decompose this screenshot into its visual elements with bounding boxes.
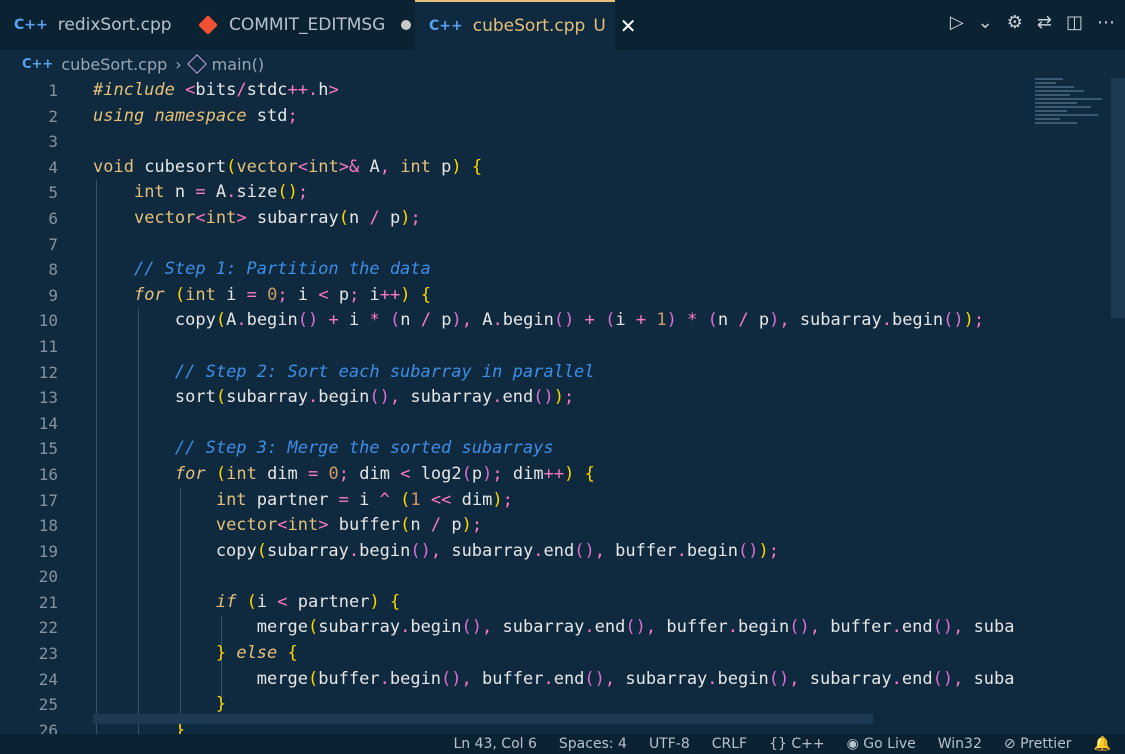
line-number: 5 <box>48 183 58 203</box>
line-number: 18 <box>38 516 58 536</box>
go-live-button[interactable]: ◉ Go Live <box>847 736 916 752</box>
cpp-icon: C++ <box>14 17 48 33</box>
line-number: 23 <box>38 644 58 664</box>
line-number: 7 <box>48 234 58 254</box>
tab-bar: C++ redixSort.cpp COMMIT_EDITMSG C++ cub… <box>0 0 1125 50</box>
tab-redixsort[interactable]: C++ redixSort.cpp <box>0 0 185 50</box>
code-editor[interactable]: 1 2 3 4 5 6 7 8 9 10 11 12 13 14 15 16 17 18 19 20 21 22 23 24 2… <box>0 78 1125 734</box>
code-line[interactable] <box>93 564 1015 590</box>
line-number: 4 <box>48 157 58 177</box>
cpp-icon: C++ <box>429 18 463 34</box>
breadcrumb-symbol[interactable]: main() <box>212 55 264 74</box>
code-line[interactable]: #include <bits/stdc++.h> <box>93 78 1015 104</box>
line-number: 3 <box>48 132 58 152</box>
code-line[interactable]: } else { <box>93 641 1015 667</box>
method-icon <box>186 54 207 74</box>
line-number: 19 <box>38 541 58 561</box>
code-line[interactable]: copy(subarray.begin(), subarray.end(), b… <box>93 539 1015 565</box>
chevron-right-icon: › <box>175 54 182 74</box>
code-line[interactable]: void cubesort(vector<int>& A, int p) { <box>93 155 1015 181</box>
code-line[interactable]: // Step 1: Partition the data <box>93 257 1015 283</box>
horizontal-scrollbar[interactable] <box>93 714 873 724</box>
line-number: 11 <box>38 336 58 356</box>
line-number: 9 <box>48 285 58 305</box>
cursor-position[interactable]: Ln 43, Col 6 <box>453 736 536 752</box>
line-number: 26 <box>38 720 58 734</box>
code-line[interactable]: if (i < partner) { <box>93 590 1015 616</box>
gear-icon[interactable]: ⚙ <box>1007 12 1023 33</box>
code-line[interactable]: using namespace std; <box>93 104 1015 130</box>
line-number: 14 <box>38 413 58 433</box>
tab-label: cubeSort.cpp <box>472 16 586 36</box>
platform[interactable]: Win32 <box>938 736 982 752</box>
split-editor-icon[interactable]: ◫ <box>1066 12 1083 33</box>
git-icon <box>198 15 218 35</box>
breadcrumb-file[interactable]: cubeSort.cpp <box>61 55 167 74</box>
line-number: 25 <box>38 695 58 715</box>
line-number: 2 <box>48 106 58 126</box>
prettier-icon: ⊘ <box>1003 736 1021 752</box>
line-number: 17 <box>38 490 58 510</box>
bell-icon[interactable]: 🔔 <box>1094 736 1111 752</box>
line-number: 10 <box>38 311 58 331</box>
code-line[interactable]: vector<int> subarray(n / p); <box>93 206 1015 232</box>
code-line[interactable]: for (int i = 0; i < p; i++) { <box>93 283 1015 309</box>
code-area[interactable]: #include <bits/stdc++.h> using namespace … <box>93 78 1015 734</box>
cpp-icon: C++ <box>22 56 54 72</box>
line-number: 13 <box>38 388 58 408</box>
tab-commit-editmsg[interactable]: COMMIT_EDITMSG <box>185 0 415 50</box>
compare-icon[interactable]: ⇄ <box>1037 12 1052 33</box>
line-number: 20 <box>38 567 58 587</box>
line-number: 12 <box>38 362 58 382</box>
tab-label: redixSort.cpp <box>57 15 172 35</box>
line-ending[interactable]: CRLF <box>712 736 747 752</box>
line-number-gutter: 1 2 3 4 5 6 7 8 9 10 11 12 13 14 15 16 17 18 19 20 21 22 23 24 2… <box>0 78 72 734</box>
prettier-button[interactable]: ⊘ Prettier <box>1004 736 1072 752</box>
indentation[interactable]: Spaces: 4 <box>559 736 627 752</box>
status-bar: Ln 43, Col 6 Spaces: 4 UTF-8 CRLF {} C++… <box>0 734 1125 754</box>
code-line[interactable]: int partner = i ^ (1 << dim); <box>93 488 1015 514</box>
code-line[interactable]: // Step 2: Sort each subarray in paralle… <box>93 360 1015 386</box>
code-line[interactable]: copy(A.begin() + i * (n / p), A.begin() … <box>93 308 1015 334</box>
code-line[interactable] <box>93 232 1015 258</box>
unsaved-dot-icon <box>401 20 412 30</box>
chevron-down-icon[interactable]: ⌄ <box>978 12 993 33</box>
code-line[interactable]: int n = A.size(); <box>93 180 1015 206</box>
editor-toolbar: ▷ ⌄ ⚙ ⇄ ◫ ⋯ <box>950 12 1115 33</box>
code-line[interactable] <box>93 129 1015 155</box>
line-number: 1 <box>48 81 58 100</box>
language-mode[interactable]: {} C++ <box>769 736 825 752</box>
code-line[interactable]: merge(buffer.begin(), buffer.end(), suba… <box>93 667 1015 693</box>
broadcast-icon: ◉ <box>846 736 864 752</box>
encoding[interactable]: UTF-8 <box>649 736 690 752</box>
code-line[interactable]: sort(subarray.begin(), subarray.end()); <box>93 385 1015 411</box>
tab-label: COMMIT_EDITMSG <box>229 15 386 35</box>
code-line[interactable]: vector<int> buffer(n / p); <box>93 513 1015 539</box>
code-line[interactable]: for (int dim = 0; dim < log2(p); dim++) … <box>93 462 1015 488</box>
tab-cubesort[interactable]: C++ cubeSort.cpp U ✕ <box>415 0 637 50</box>
line-number: 21 <box>38 592 58 612</box>
code-line[interactable] <box>93 334 1015 360</box>
untracked-badge: U <box>593 16 606 36</box>
line-number: 15 <box>38 439 58 459</box>
breadcrumb: C++ cubeSort.cpp › main() <box>0 50 1125 78</box>
close-icon[interactable]: ✕ <box>620 14 637 38</box>
vertical-scrollbar[interactable] <box>1111 78 1125 318</box>
minimap[interactable] <box>1035 78 1105 158</box>
run-icon[interactable]: ▷ <box>950 12 964 33</box>
line-number: 6 <box>48 208 58 228</box>
code-line[interactable] <box>93 411 1015 437</box>
more-icon[interactable]: ⋯ <box>1097 12 1115 33</box>
line-number: 22 <box>38 618 58 638</box>
line-number: 24 <box>38 669 58 689</box>
line-number: 16 <box>38 464 58 484</box>
code-line[interactable]: merge(subarray.begin(), subarray.end(), … <box>93 615 1015 641</box>
line-number: 8 <box>48 260 58 280</box>
code-line[interactable]: // Step 3: Merge the sorted subarrays <box>93 436 1015 462</box>
